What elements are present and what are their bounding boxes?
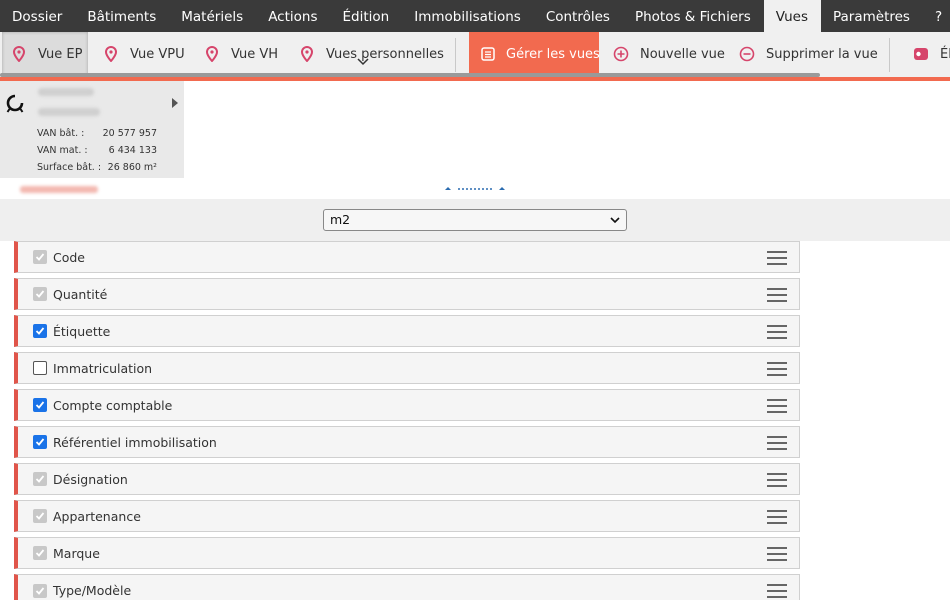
menu-actions[interactable]: Actions <box>256 0 330 32</box>
drag-handle-icon[interactable] <box>767 399 787 413</box>
map-pin-icon <box>11 46 27 62</box>
locked-checkbox <box>33 583 47 598</box>
vue-vpu-label: Vue VPU <box>130 46 185 62</box>
drag-handle-icon[interactable] <box>767 473 787 487</box>
vue-ep-button[interactable]: Vue EP <box>2 32 88 76</box>
checkbox[interactable] <box>33 398 47 412</box>
locked-checkbox <box>33 509 47 523</box>
view-selector-bar: m2 <box>0 199 950 241</box>
field-label: Code <box>53 249 86 265</box>
stat-van-mat-label: VAN mat. : <box>37 145 88 156</box>
chevron-down-icon <box>610 217 620 224</box>
blurred-text <box>38 88 94 96</box>
list-item[interactable]: Type/Modèle <box>14 574 800 600</box>
field-label: Type/Modèle <box>53 583 132 598</box>
vues-personnelles-label: Vues personnelles <box>326 46 444 62</box>
menu-help[interactable]: ? <box>923 0 950 32</box>
locked-checkbox <box>33 472 47 486</box>
minus-circle-icon <box>739 46 755 62</box>
list-item[interactable]: Étiquette <box>14 315 800 347</box>
ribbon-toolbar: Vue EP Vue VPU Vue VH Vues personnelles … <box>0 32 950 78</box>
list-icon <box>481 46 495 62</box>
stat-van-bat-value: 20 577 957 <box>102 128 157 139</box>
checkbox[interactable] <box>33 361 47 375</box>
blurred-text <box>38 108 100 116</box>
field-label: Compte comptable <box>53 397 173 413</box>
list-item[interactable]: Quantité <box>14 278 800 310</box>
gerer-vues-button[interactable]: Gérer les vues <box>469 32 600 76</box>
refresh-icon[interactable] <box>5 93 25 113</box>
map-pin-icon <box>204 46 220 62</box>
checkbox[interactable] <box>33 324 47 338</box>
menu-immobilisations[interactable]: Immobilisations <box>402 0 534 32</box>
field-label: Désignation <box>53 471 128 487</box>
list-item[interactable]: Compte comptable <box>14 389 800 421</box>
drag-handle-icon[interactable] <box>767 436 787 450</box>
drag-handle-icon[interactable] <box>767 547 787 561</box>
toggle-view-button[interactable]: Él <box>913 32 950 76</box>
stat-surface-label: Surface bât. : <box>37 162 102 173</box>
drag-handle-icon[interactable] <box>767 362 787 376</box>
collapse-toggle-icon[interactable] <box>443 183 507 193</box>
vues-personnelles-button[interactable]: Vues personnelles <box>299 32 444 76</box>
stat-surface-value: 26 860 m² <box>107 162 157 173</box>
gerer-vues-label: Gérer les vues <box>506 46 600 62</box>
field-label: Immatriculation <box>53 360 153 376</box>
field-label: Étiquette <box>53 323 111 339</box>
drag-handle-icon[interactable] <box>767 584 787 598</box>
field-label: Référentiel immobilisation <box>53 434 217 450</box>
ribbon-separator <box>889 38 890 72</box>
blurred-link <box>20 186 98 193</box>
list-item[interactable]: Désignation <box>14 463 800 495</box>
drag-handle-icon[interactable] <box>767 325 787 339</box>
menu-parametres[interactable]: Paramètres <box>821 0 923 32</box>
vue-vh-label: Vue VH <box>231 46 279 62</box>
menu-materiels[interactable]: Matériels <box>169 0 256 32</box>
field-label: Appartenance <box>53 508 141 524</box>
drag-handle-icon[interactable] <box>767 251 787 265</box>
supprimer-vue-label: Supprimer la vue <box>766 46 878 62</box>
vue-ep-label: Vue EP <box>38 46 83 62</box>
vue-vpu-button[interactable]: Vue VPU <box>103 32 185 76</box>
list-item[interactable]: Code <box>14 241 800 273</box>
vue-vh-button[interactable]: Vue VH <box>204 32 278 76</box>
locked-checkbox <box>33 250 47 264</box>
list-item[interactable]: Référentiel immobilisation <box>14 426 800 458</box>
supprimer-vue-button[interactable]: Supprimer la vue <box>739 32 878 76</box>
field-label: Quantité <box>53 286 108 302</box>
view-select-value: m2 <box>330 212 351 227</box>
drag-handle-icon[interactable] <box>767 288 787 302</box>
nouvelle-vue-label: Nouvelle vue <box>640 46 725 62</box>
locked-checkbox <box>33 287 47 301</box>
summary-panel: VAN bât. : 20 577 957 VAN mat. : 6 434 1… <box>0 81 184 178</box>
stat-van-bat-label: VAN bât. : <box>37 128 85 139</box>
menu-vues[interactable]: Vues <box>763 0 821 32</box>
checkbox[interactable] <box>33 435 47 449</box>
menu-dossier[interactable]: Dossier <box>0 0 75 32</box>
ribbon-separator <box>455 38 456 72</box>
stat-van-mat-value: 6 434 133 <box>108 145 157 156</box>
view-select-dropdown[interactable]: m2 <box>323 209 627 231</box>
field-label: Marque <box>53 545 100 561</box>
list-item[interactable]: Appartenance <box>14 500 800 532</box>
locked-checkbox <box>33 546 47 560</box>
menu-controles[interactable]: Contrôles <box>534 0 623 32</box>
map-pin-icon <box>299 46 315 62</box>
list-item[interactable]: Immatriculation <box>14 352 800 384</box>
toggle-icon <box>913 46 929 62</box>
plus-circle-icon <box>613 46 629 62</box>
menu-edition[interactable]: Édition <box>331 0 403 32</box>
menu-photos-fichiers[interactable]: Photos & Fichiers <box>623 0 764 32</box>
chevron-down-icon[interactable] <box>357 56 369 68</box>
map-pin-icon <box>103 46 119 62</box>
nouvelle-vue-button[interactable]: Nouvelle vue <box>613 32 725 76</box>
toggle-view-label: Él <box>940 46 950 62</box>
drag-handle-icon[interactable] <box>767 510 787 524</box>
menu-batiments[interactable]: Bâtiments <box>75 0 169 32</box>
expand-arrow-icon[interactable] <box>172 98 178 108</box>
list-item[interactable]: Marque <box>14 537 800 569</box>
main-menu-bar: Dossier Bâtiments Matériels Actions Édit… <box>0 0 950 32</box>
